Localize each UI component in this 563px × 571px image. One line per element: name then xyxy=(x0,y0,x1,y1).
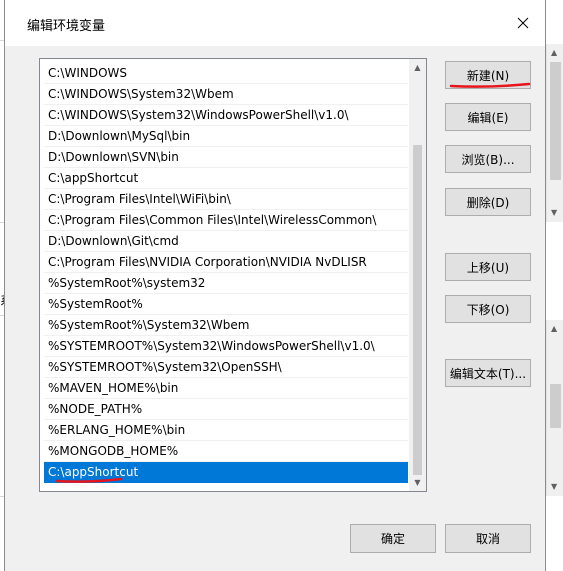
list-item[interactable]: %ERLANG_HOME%\bin xyxy=(44,420,408,441)
scroll-up-icon: ▲ xyxy=(551,324,558,333)
scroll-up-icon[interactable]: ▲ xyxy=(409,59,426,76)
list-item[interactable]: C:\appShortcut xyxy=(44,168,408,189)
list-item[interactable]: %SYSTEMROOT%\System32\OpenSSH\ xyxy=(44,357,408,378)
annotation-underline xyxy=(55,477,123,483)
delete-button[interactable]: 删除(D) xyxy=(445,188,531,216)
scroll-down-icon[interactable]: ▼ xyxy=(409,474,426,491)
annotation-underline xyxy=(449,82,531,88)
list-item[interactable]: %SystemRoot% xyxy=(44,294,408,315)
scrollbar-thumb[interactable] xyxy=(413,145,422,475)
path-listbox[interactable]: C:\WINDOWS C:\WINDOWS\System32\Wbem C:\W… xyxy=(39,58,427,492)
edit-text-button[interactable]: 编辑文本(T)... xyxy=(445,359,531,387)
list-item[interactable]: C:\Program Files\Common Files\Intel\Wire… xyxy=(44,210,408,231)
close-icon xyxy=(517,17,529,29)
list-item[interactable]: C:\Program Files\Intel\WiFi\bin\ xyxy=(44,189,408,210)
list-item[interactable]: C:\Program Files\NVIDIA Corporation\NVID… xyxy=(44,252,408,273)
list-item[interactable]: %SYSTEMROOT%\System32\WindowsPowerShell\… xyxy=(44,336,408,357)
list-item[interactable]: D:\Downlown\MySql\bin xyxy=(44,126,408,147)
dialog-title: 编辑环境变量 xyxy=(27,19,106,34)
cancel-button[interactable]: 取消 xyxy=(445,524,531,553)
path-list-items: C:\WINDOWS C:\WINDOWS\System32\Wbem C:\W… xyxy=(44,63,408,483)
list-item[interactable]: D:\Downlown\Git\cmd xyxy=(44,231,408,252)
move-up-button[interactable]: 上移(U) xyxy=(445,253,531,281)
close-button[interactable] xyxy=(507,8,539,38)
scroll-up-icon: ▲ xyxy=(551,48,558,57)
list-item[interactable]: C:\WINDOWS\System32\Wbem xyxy=(44,84,408,105)
list-item[interactable]: %NODE_PATH% xyxy=(44,399,408,420)
title-bar: 编辑环境变量 xyxy=(5,0,545,46)
listbox-scrollbar[interactable]: ▲ ▼ xyxy=(409,59,426,491)
list-item[interactable]: %MONGODB_HOME% xyxy=(44,441,408,462)
list-item[interactable]: C:\WINDOWS xyxy=(44,63,408,84)
list-item[interactable]: D:\Downlown\SVN\bin xyxy=(44,147,408,168)
list-item[interactable]: %SystemRoot%\system32 xyxy=(44,273,408,294)
edit-env-var-dialog: 编辑环境变量 C:\WINDOWS C:\WINDOWS\System32\Wb… xyxy=(4,0,546,571)
browse-button[interactable]: 浏览(B)... xyxy=(445,145,531,173)
scrollbar-thumb[interactable] xyxy=(550,62,561,180)
list-item[interactable]: C:\WINDOWS\System32\WindowsPowerShell\v1… xyxy=(44,105,408,126)
move-down-button[interactable]: 下移(O) xyxy=(445,295,531,323)
scrollbar-thumb[interactable] xyxy=(550,384,561,428)
background-scrollbar[interactable]: ▲ ▼ xyxy=(546,320,563,496)
scroll-down-icon: ▼ xyxy=(551,482,558,491)
list-item[interactable]: %MAVEN_HOME%\bin xyxy=(44,378,408,399)
scroll-down-icon: ▼ xyxy=(551,208,558,217)
list-item[interactable]: %SystemRoot%\System32\Wbem xyxy=(44,315,408,336)
edit-button[interactable]: 编辑(E) xyxy=(445,103,531,131)
ok-button[interactable]: 确定 xyxy=(350,524,436,553)
background-window-right: ▲ ▼ ▲ ▼ xyxy=(546,0,563,571)
background-scrollbar[interactable]: ▲ ▼ xyxy=(546,44,563,222)
